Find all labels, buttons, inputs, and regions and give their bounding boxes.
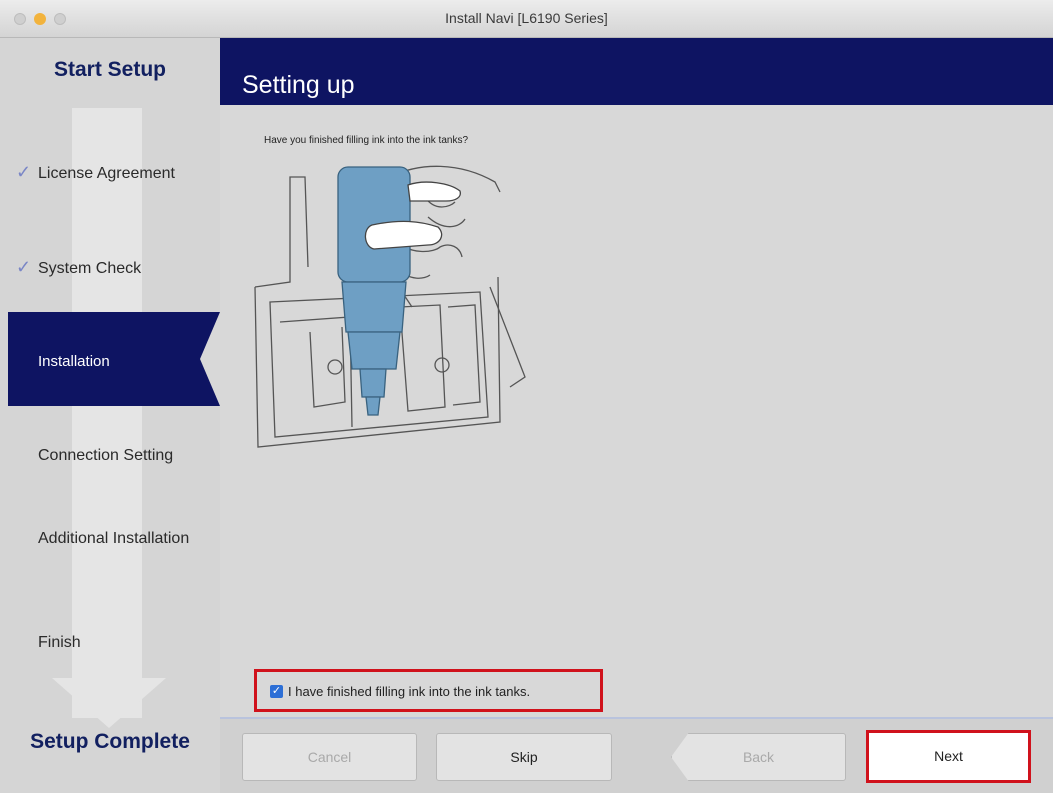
window-title: Install Navi [L6190 Series]: [445, 10, 608, 26]
back-button[interactable]: Back: [671, 733, 846, 781]
progress-arrow-shaft: [72, 108, 142, 718]
step-installation: Installation: [38, 353, 110, 370]
progress-arrow-head: [52, 678, 166, 728]
step-license-agreement: License Agreement: [38, 165, 175, 182]
setup-steps-sidebar: Start Setup ✓ License Agreement ✓ System…: [0, 38, 220, 793]
step-finish: Finish: [38, 634, 81, 651]
page-header: Setting up: [220, 38, 1053, 105]
check-icon: ✓: [16, 162, 32, 182]
cancel-button[interactable]: Cancel: [242, 733, 417, 781]
step-connection-setting: Connection Setting: [38, 447, 174, 464]
check-icon: ✓: [16, 257, 32, 277]
window-title-bar: Install Navi [L6190 Series]: [0, 0, 1053, 38]
start-setup-label: Start Setup: [53, 58, 166, 81]
ink-bottle-filling-illustration: [254, 165, 526, 448]
footer-button-bar: Cancel Skip Back Next: [220, 719, 1053, 793]
confirm-checkbox[interactable]: ✓: [270, 685, 283, 698]
page-title: Setting up: [242, 71, 355, 99]
step-system-check: System Check: [38, 260, 142, 277]
step-additional-installation: Additional Installation: [38, 530, 190, 547]
confirm-checkbox-label[interactable]: I have finished filling ink into the ink…: [288, 684, 530, 699]
setup-complete-label: Setup Complete: [30, 730, 190, 753]
next-button[interactable]: Next: [866, 730, 1031, 783]
instruction-text: Have you finished filling ink into the i…: [264, 135, 469, 146]
confirm-checkbox-highlight: ✓ I have finished filling ink into the i…: [254, 669, 603, 712]
skip-button[interactable]: Skip: [436, 733, 612, 781]
active-step-notch: [200, 312, 220, 406]
